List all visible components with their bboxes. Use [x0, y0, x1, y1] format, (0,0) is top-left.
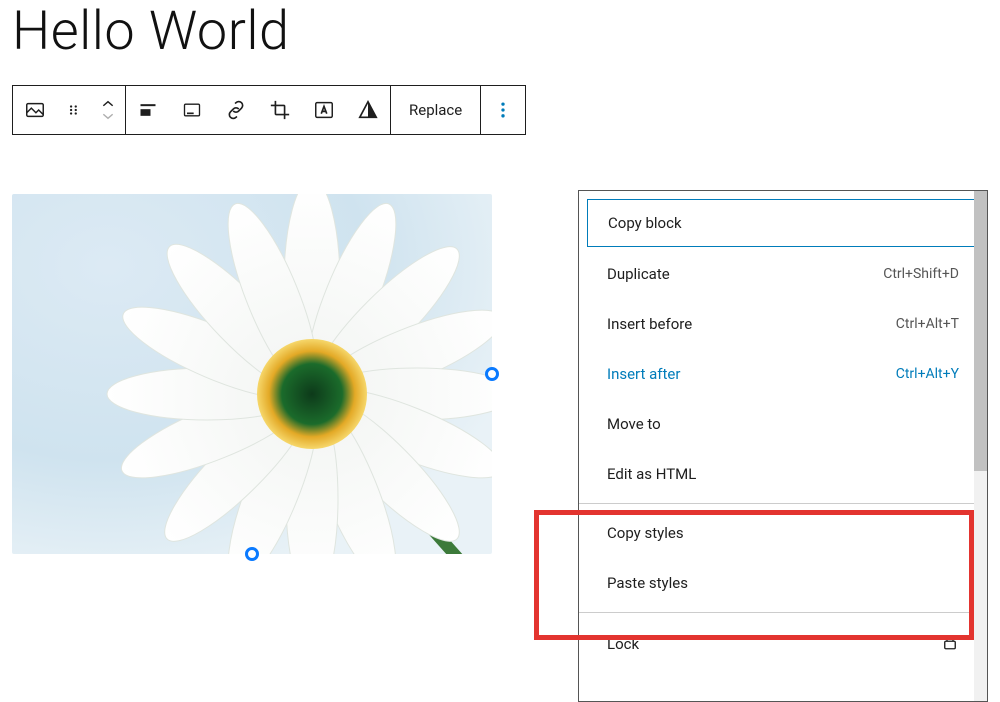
toolbar-group-more: [481, 85, 526, 135]
lock-icon: [941, 633, 959, 655]
menu-item-label: Duplicate: [607, 265, 670, 283]
menu-item-label: Lock: [607, 635, 639, 653]
menu-item-label: Edit as HTML: [607, 465, 696, 483]
text-overlay-button[interactable]: [302, 86, 346, 134]
crop-button[interactable]: [258, 86, 302, 134]
menu-item-move-to[interactable]: Move to: [587, 401, 979, 447]
toolbar-group-format: [126, 85, 391, 135]
duotone-button[interactable]: [346, 86, 390, 134]
menu-item-insert-before[interactable]: Insert before Ctrl+Alt+T: [587, 301, 979, 347]
menu-item-lock[interactable]: Lock: [587, 619, 979, 669]
menu-item-shortcut: Ctrl+Alt+Y: [896, 366, 959, 382]
menu-item-shortcut: Ctrl+Alt+T: [896, 316, 959, 332]
menu-item-insert-after[interactable]: Insert after Ctrl+Alt+Y: [587, 351, 979, 397]
menu-item-duplicate[interactable]: Duplicate Ctrl+Shift+D: [587, 251, 979, 297]
menu-item-edit-html[interactable]: Edit as HTML: [587, 451, 979, 497]
page-title[interactable]: Hello World: [0, 0, 1000, 63]
replace-button[interactable]: Replace: [391, 86, 480, 134]
menu-item-label: Paste styles: [607, 574, 688, 592]
menu-item-shortcut: Ctrl+Shift+D: [883, 266, 959, 282]
scrollbar-thumb[interactable]: [974, 191, 987, 471]
menu-item-copy-block[interactable]: Copy block: [587, 199, 979, 247]
image-content: [12, 194, 492, 554]
image-block[interactable]: [12, 194, 492, 554]
toolbar-group-replace: Replace: [391, 85, 481, 135]
resize-handle-right[interactable]: [485, 367, 499, 381]
menu-separator: [579, 612, 987, 613]
block-toolbar: Replace: [12, 85, 1000, 135]
drag-handle-icon[interactable]: [57, 86, 91, 134]
resize-handle-bottom[interactable]: [245, 547, 259, 561]
move-up-down[interactable]: [91, 86, 125, 134]
align-button[interactable]: [126, 86, 170, 134]
menu-scrollbar[interactable]: [974, 191, 987, 701]
menu-item-label: Insert before: [607, 315, 692, 333]
menu-item-label: Copy styles: [607, 524, 684, 542]
caption-button[interactable]: [170, 86, 214, 134]
link-button[interactable]: [214, 86, 258, 134]
menu-item-paste-styles[interactable]: Paste styles: [587, 560, 979, 606]
menu-item-label: Insert after: [607, 365, 680, 383]
menu-item-copy-styles[interactable]: Copy styles: [587, 510, 979, 556]
menu-item-label: Copy block: [608, 214, 682, 232]
toolbar-group-block: [12, 85, 126, 135]
image-block-icon[interactable]: [13, 86, 57, 134]
block-options-menu: Copy block Duplicate Ctrl+Shift+D Insert…: [578, 190, 988, 702]
menu-separator: [579, 503, 987, 504]
more-options-button[interactable]: [481, 86, 525, 134]
menu-item-label: Move to: [607, 415, 661, 433]
